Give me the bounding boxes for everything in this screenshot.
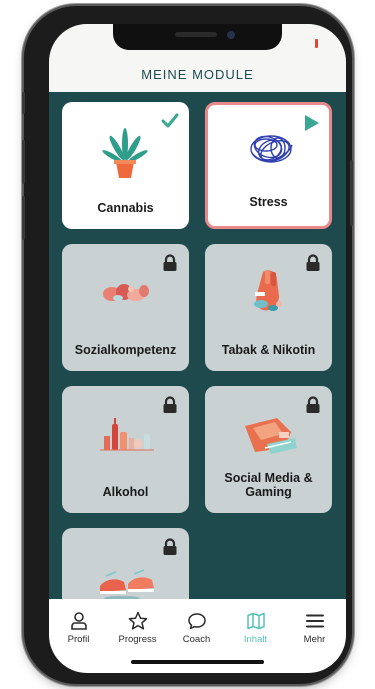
module-card-tabak-nikotin[interactable]: Tabak & Nikotin [205,244,332,371]
power-button [350,160,353,226]
social-group-illustration [103,284,149,301]
tab-progress[interactable]: Progress [108,611,167,645]
module-label: Alkohol [102,485,149,499]
module-card-stress[interactable]: Stress [205,102,332,229]
volume-down-button [22,196,25,240]
speaker [175,32,217,37]
tab-label: Inhalt [243,634,268,645]
mute-switch [22,92,25,114]
chat-bubble-icon [187,613,206,630]
tab-profil[interactable]: Profil [49,611,108,645]
tab-inhalt[interactable]: Inhalt [226,611,285,645]
module-card-cannabis[interactable]: Cannabis [62,102,189,229]
notch [113,24,282,50]
module-label-line1: Social Media & [224,471,313,485]
page-title: MEINE MODULE [141,67,254,82]
module-label: Cannabis [97,201,154,215]
module-label: Stress [249,195,288,209]
tab-label: Coach [182,634,211,645]
battery-icon [315,39,318,48]
menu-icon [305,614,324,628]
phone-books-illustration [245,418,297,454]
user-icon [70,612,87,630]
module-card-7[interactable] [62,528,189,599]
home-indicator [131,660,264,664]
bottles-illustration [100,418,154,451]
volume-up-button [22,140,25,184]
tab-label: Profil [67,634,90,645]
module-card-alkohol[interactable]: Alkohol [62,386,189,513]
module-label: Sozialkompetenz [74,343,177,357]
module-grid: Cannabis Stress Sozialkompetenz Tabak & … [49,92,346,599]
tab-label: Progress [118,634,157,645]
star-icon [128,611,147,630]
tobacco-hand-illustration [254,270,282,311]
shoes-illustration [100,569,154,599]
map-icon [246,612,265,630]
module-card-sozialkompetenz[interactable]: Sozialkompetenz [62,244,189,371]
module-label: Social Media & Gaming [209,471,328,499]
front-camera [227,31,235,39]
scribble-ball-illustration [250,135,293,163]
tab-coach[interactable]: Coach [167,611,226,645]
module-label-line2: Gaming [245,485,292,499]
tab-mehr[interactable]: Mehr [285,611,344,645]
module-card-social-media-gaming[interactable]: Social Media & Gaming [205,386,332,513]
cannabis-plant-illustration [102,128,148,178]
app-screen: MEINE MODULE Cannabis Stress Sozialkompe… [49,24,346,673]
module-label: Tabak & Nikotin [221,343,316,357]
tab-label: Mehr [303,634,326,645]
